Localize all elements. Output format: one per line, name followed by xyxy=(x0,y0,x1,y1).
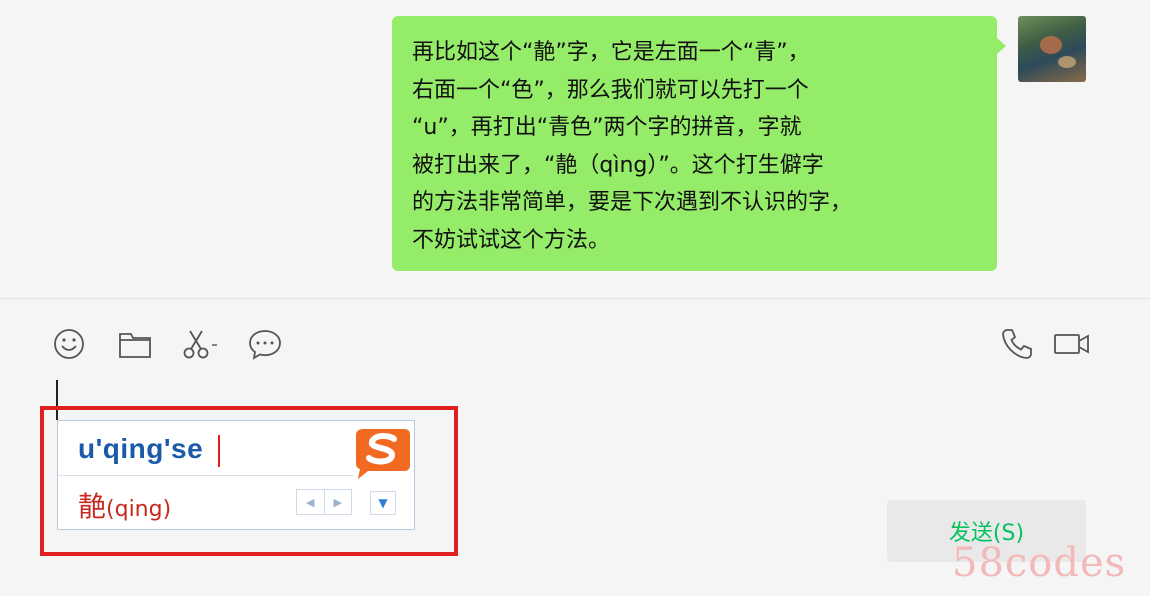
avatar[interactable] xyxy=(1018,16,1086,82)
message-line: 被打出来了，“靘（qìng）”。这个打生僻字 xyxy=(412,152,824,178)
scissors-icon[interactable] xyxy=(180,324,220,364)
message-line: 不妨试试这个方法。 xyxy=(412,227,611,253)
message-line: “u”，再打出“青色”两个字的拼音，字就 xyxy=(412,115,802,140)
avatar-detail xyxy=(1058,56,1076,68)
folder-icon[interactable] xyxy=(115,324,155,364)
bubble-tail xyxy=(997,38,1006,54)
watermark: 58codes xyxy=(952,540,1127,586)
chat-history: 再比如这个“靘”字，它是左面一个“青”， 右面一个“色”，那么我们就可以先打一个… xyxy=(0,0,1150,298)
phone-icon[interactable] xyxy=(997,324,1037,364)
avatar-detail xyxy=(1040,36,1062,54)
message-bubble[interactable]: 再比如这个“靘”字，它是左面一个“青”， 右面一个“色”，那么我们就可以先打一个… xyxy=(392,16,997,271)
divider xyxy=(0,298,1150,299)
video-icon[interactable] xyxy=(1052,324,1092,364)
highlight-box xyxy=(40,406,458,556)
message-line: 的方法非常简单，要是下次遇到不认识的字， xyxy=(412,190,853,215)
message-line: 再比如这个“靘”字，它是左面一个“青”， xyxy=(412,40,810,65)
emoji-icon[interactable] xyxy=(49,324,89,364)
message-line: 右面一个“色”，那么我们就可以先打一个 xyxy=(412,77,809,103)
chat-bubble-icon[interactable] xyxy=(245,324,285,364)
